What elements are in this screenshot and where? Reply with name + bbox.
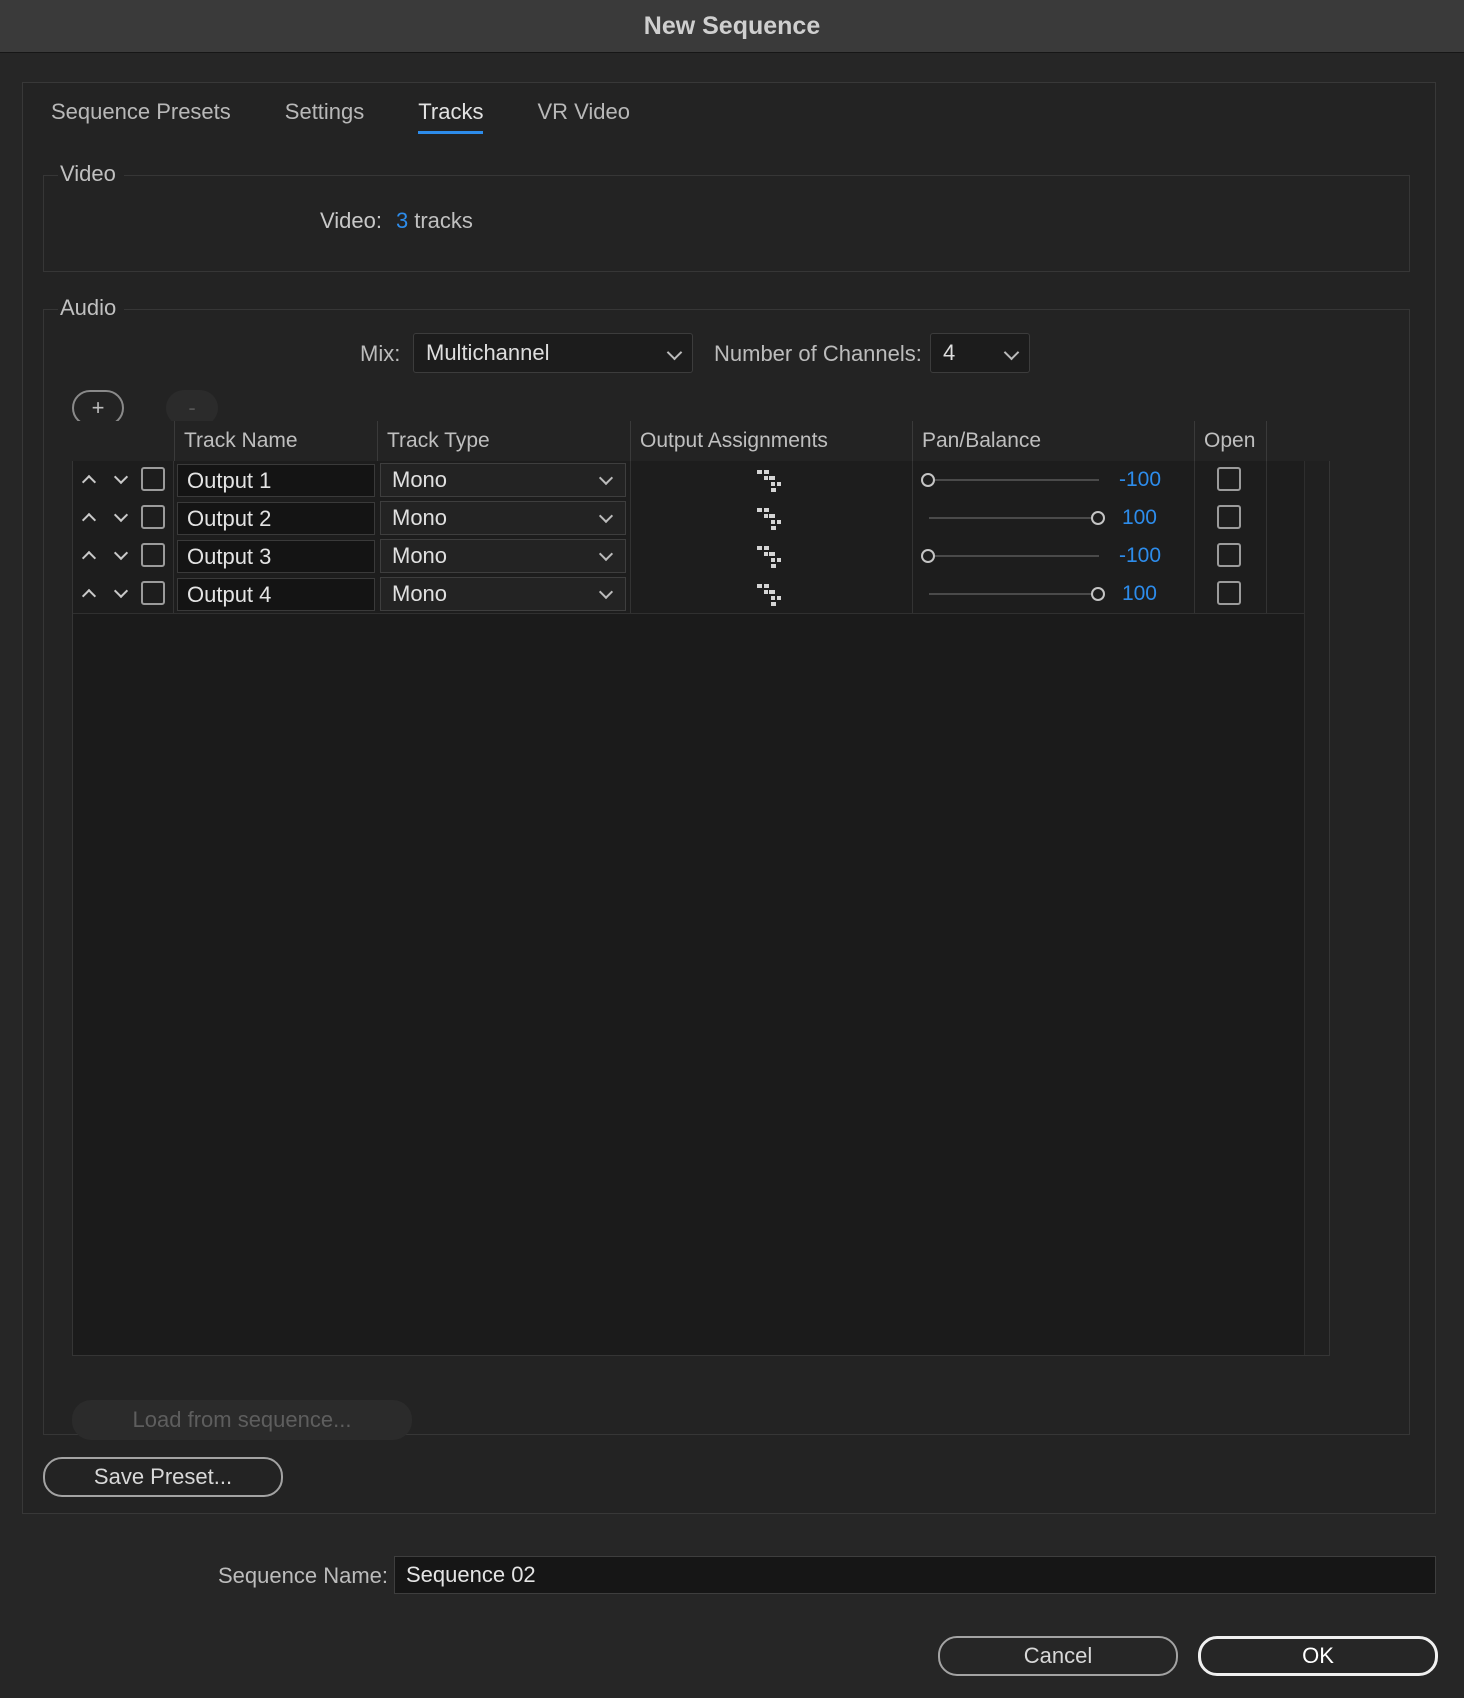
move-up-icon[interactable] — [81, 588, 97, 604]
main-panel: Sequence Presets Settings Tracks VR Vide… — [22, 82, 1436, 1514]
tab-vr-video[interactable]: VR Video — [537, 99, 630, 131]
track-name-input[interactable]: Output 2 — [177, 502, 375, 535]
track-type-value: Mono — [392, 543, 448, 568]
pan-slider-track — [929, 479, 1099, 481]
table-row: Output 1 Mono -100 — [73, 461, 1305, 500]
sequence-name-label: Sequence Name: — [218, 1563, 388, 1588]
track-type-value: Mono — [392, 581, 448, 606]
audio-group-label: Audio — [58, 295, 125, 321]
mix-value: Multichannel — [426, 340, 550, 365]
header-open: Open — [1194, 421, 1266, 461]
table-header: Track Name Track Type Output Assignments… — [72, 421, 1330, 461]
header-track-type: Track Type — [377, 421, 630, 461]
pan-value[interactable]: 100 — [1087, 575, 1157, 613]
output-routing-icon[interactable] — [756, 583, 782, 612]
tab-tracks[interactable]: Tracks — [418, 99, 484, 134]
track-type-dropdown[interactable]: Mono — [380, 539, 626, 573]
track-select-checkbox[interactable] — [141, 467, 165, 491]
audio-group: Audio Mix: Multichannel Number of Channe… — [43, 295, 1410, 1440]
tab-bar: Sequence Presets Settings Tracks VR Vide… — [51, 99, 684, 134]
pan-slider-track — [929, 517, 1099, 519]
output-routing-icon[interactable] — [756, 507, 782, 536]
video-track-count[interactable]: 3 — [396, 208, 408, 233]
track-type-value: Mono — [392, 505, 448, 530]
track-type-dropdown[interactable]: Mono — [380, 501, 626, 535]
cancel-button[interactable]: Cancel — [938, 1636, 1178, 1676]
track-type-dropdown[interactable]: Mono — [380, 577, 626, 611]
header-track-name: Track Name — [174, 421, 377, 461]
pan-slider-track — [929, 593, 1099, 595]
video-group-label: Video — [58, 161, 124, 187]
sequence-name-input[interactable]: Sequence 02 — [394, 1556, 1436, 1594]
pan-slider-track — [929, 555, 1099, 557]
move-down-icon[interactable] — [113, 469, 129, 485]
chevron-down-icon — [666, 344, 683, 361]
window-title: New Sequence — [0, 0, 1464, 53]
output-routing-icon[interactable] — [756, 545, 782, 574]
table-row: Output 2 Mono 100 — [73, 499, 1305, 538]
table-row: Output 4 Mono 100 — [73, 575, 1305, 614]
tab-sequence-presets[interactable]: Sequence Presets — [51, 99, 231, 131]
track-name-input[interactable]: Output 4 — [177, 578, 375, 611]
video-group: Video Video: 3 tracks — [43, 161, 1410, 272]
move-up-icon[interactable] — [81, 550, 97, 566]
chevron-down-icon — [598, 508, 614, 524]
pan-slider-knob[interactable] — [921, 473, 935, 487]
pan-slider-knob[interactable] — [921, 549, 935, 563]
channels-label: Number of Channels: — [714, 341, 922, 366]
chevron-down-icon — [598, 546, 614, 562]
table-row: Output 3 Mono -100 — [73, 537, 1305, 576]
header-controls — [72, 421, 174, 461]
tab-settings[interactable]: Settings — [285, 99, 365, 131]
move-down-icon[interactable] — [113, 583, 129, 599]
output-routing-icon[interactable] — [756, 469, 782, 498]
open-checkbox[interactable] — [1217, 581, 1241, 605]
move-down-icon[interactable] — [113, 507, 129, 523]
video-tracks-row: Video: 3 tracks — [320, 208, 473, 234]
move-up-icon[interactable] — [81, 512, 97, 528]
open-checkbox[interactable] — [1217, 543, 1241, 567]
load-from-sequence-button: Load from sequence... — [72, 1400, 412, 1440]
track-select-checkbox[interactable] — [141, 505, 165, 529]
move-up-icon[interactable] — [81, 474, 97, 490]
header-spacer — [1266, 421, 1304, 461]
header-pan-balance: Pan/Balance — [912, 421, 1194, 461]
table-scrollbar[interactable] — [1304, 461, 1329, 1355]
channels-value: 4 — [943, 340, 956, 365]
track-name-input[interactable]: Output 1 — [177, 464, 375, 497]
open-checkbox[interactable] — [1217, 467, 1241, 491]
move-down-icon[interactable] — [113, 545, 129, 561]
ok-button[interactable]: OK — [1198, 1636, 1438, 1676]
track-type-value: Mono — [392, 467, 448, 492]
pan-value[interactable]: -100 — [1091, 461, 1161, 499]
track-select-checkbox[interactable] — [141, 543, 165, 567]
track-select-checkbox[interactable] — [141, 581, 165, 605]
pan-value[interactable]: -100 — [1091, 537, 1161, 575]
track-type-dropdown[interactable]: Mono — [380, 463, 626, 497]
track-name-input[interactable]: Output 3 — [177, 540, 375, 573]
header-output-assignments: Output Assignments — [630, 421, 912, 461]
chevron-down-icon — [1003, 344, 1020, 361]
video-track-unit: tracks — [414, 208, 473, 233]
open-checkbox[interactable] — [1217, 505, 1241, 529]
pan-value[interactable]: 100 — [1087, 499, 1157, 537]
chevron-down-icon — [598, 470, 614, 486]
chevron-down-icon — [598, 584, 614, 600]
save-preset-button[interactable]: Save Preset... — [43, 1457, 283, 1497]
mix-dropdown[interactable]: Multichannel — [413, 333, 693, 373]
channels-dropdown[interactable]: 4 — [930, 333, 1030, 373]
audio-tracks-table: Track Name Track Type Output Assignments… — [72, 421, 1330, 1356]
mix-label: Mix: — [360, 341, 401, 366]
video-label: Video: — [320, 208, 382, 233]
